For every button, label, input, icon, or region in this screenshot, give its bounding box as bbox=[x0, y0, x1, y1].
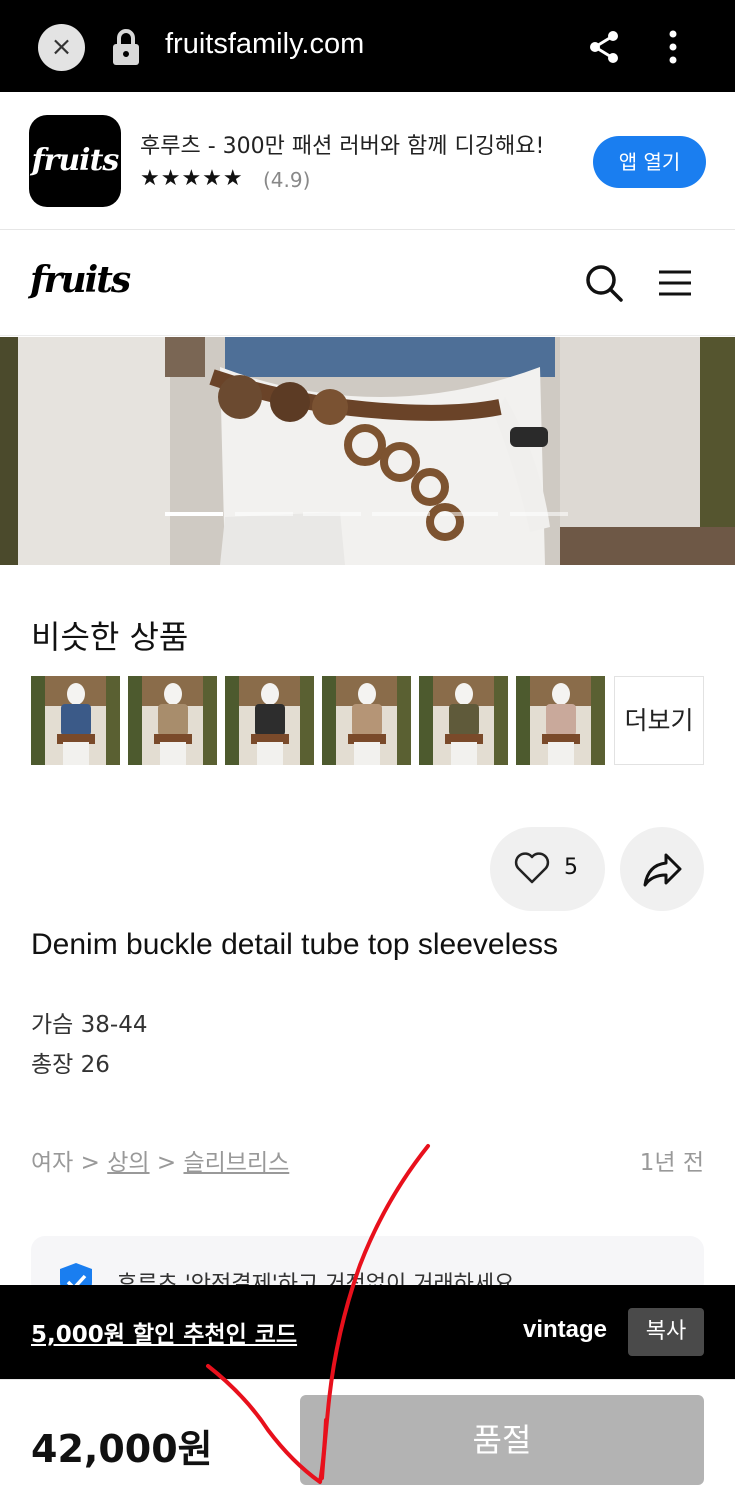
product-thumbnail-image bbox=[322, 676, 411, 765]
pager-dot[interactable] bbox=[165, 512, 223, 516]
product-thumbnail-image bbox=[225, 676, 314, 765]
close-tab-button[interactable]: × bbox=[38, 24, 85, 71]
product-photo bbox=[0, 337, 735, 565]
app-install-banner: fruits 후루츠 - 300만 패션 러버와 함께 디깅해요! ★★★★★ … bbox=[0, 92, 735, 230]
breadcrumb-root: 여자 bbox=[31, 1150, 74, 1176]
rating-stars: ★★★★★ bbox=[140, 166, 244, 191]
product-image-carousel[interactable] bbox=[0, 337, 735, 565]
copy-code-button[interactable]: 복사 bbox=[628, 1308, 704, 1356]
app-banner-title: 후루츠 - 300만 패션 러버와 함께 디깅해요! bbox=[140, 134, 545, 159]
breadcrumb-separator: > bbox=[73, 1150, 108, 1176]
similar-product-thumb[interactable] bbox=[128, 676, 217, 765]
product-thumbnail-image bbox=[128, 676, 217, 765]
url-text[interactable]: fruitsfamily.com bbox=[165, 28, 364, 61]
close-icon: × bbox=[50, 32, 73, 62]
like-button[interactable]: 5 bbox=[490, 827, 605, 911]
referral-discount-link[interactable]: 5,000원 할인 추천인 코드 bbox=[31, 1315, 297, 1349]
app-logo: fruits bbox=[29, 115, 121, 207]
breadcrumb-category-link[interactable]: 상의 bbox=[107, 1150, 149, 1176]
more-vert-icon[interactable] bbox=[668, 30, 678, 64]
share-button[interactable] bbox=[620, 827, 704, 911]
similar-product-thumb[interactable] bbox=[225, 676, 314, 765]
rating-value: (4.9) bbox=[263, 168, 311, 192]
similar-product-thumb[interactable] bbox=[419, 676, 508, 765]
pager-dot[interactable] bbox=[372, 512, 430, 516]
referral-promo-bar: 5,000원 할인 추천인 코드 vintage 복사 bbox=[0, 1285, 735, 1379]
product-desc-line: 가슴 38-44 bbox=[31, 1012, 148, 1038]
pager-dot[interactable] bbox=[440, 512, 498, 516]
site-header: fruits bbox=[0, 231, 735, 336]
product-price: 42,000원 bbox=[31, 1427, 213, 1471]
breadcrumb-subcategory-link[interactable]: 슬리브리스 bbox=[183, 1150, 289, 1176]
category-breadcrumb: 여자 > 상의 > 슬리브리스 bbox=[31, 1143, 289, 1177]
similar-product-thumb[interactable] bbox=[31, 676, 120, 765]
purchase-bar: 42,000원 품절 bbox=[0, 1379, 735, 1500]
pager-dot[interactable] bbox=[235, 512, 293, 516]
product-thumbnail-image bbox=[419, 676, 508, 765]
sold-out-button[interactable]: 품절 bbox=[300, 1395, 704, 1485]
share-icon[interactable] bbox=[588, 30, 620, 64]
hamburger-menu-icon[interactable] bbox=[658, 269, 692, 297]
product-title: Denim buckle detail tube top sleeveless bbox=[31, 928, 558, 961]
similar-product-thumb[interactable] bbox=[516, 676, 605, 765]
breadcrumb-separator: > bbox=[149, 1150, 184, 1176]
posted-time: 1년 전 bbox=[639, 1150, 704, 1176]
heart-icon bbox=[514, 852, 550, 884]
like-count: 5 bbox=[564, 855, 578, 880]
similar-products-title: 비슷한 상품 bbox=[31, 618, 189, 656]
site-logo[interactable]: fruits bbox=[30, 259, 131, 301]
search-icon[interactable] bbox=[585, 264, 623, 302]
product-desc-line: 총장 26 bbox=[31, 1052, 110, 1078]
referral-code: vintage bbox=[523, 1316, 608, 1343]
product-thumbnail-image bbox=[31, 676, 120, 765]
similar-product-thumb[interactable] bbox=[322, 676, 411, 765]
open-app-button[interactable]: 앱 열기 bbox=[593, 136, 706, 188]
pager-dot[interactable] bbox=[510, 512, 568, 516]
product-thumbnail-image bbox=[516, 676, 605, 765]
share-arrow-icon bbox=[643, 853, 682, 887]
browser-toolbar: × fruitsfamily.com bbox=[0, 0, 735, 92]
pager-dot[interactable] bbox=[303, 512, 361, 516]
lock-icon bbox=[113, 29, 139, 65]
more-similar-button[interactable]: 더보기 bbox=[614, 676, 704, 765]
